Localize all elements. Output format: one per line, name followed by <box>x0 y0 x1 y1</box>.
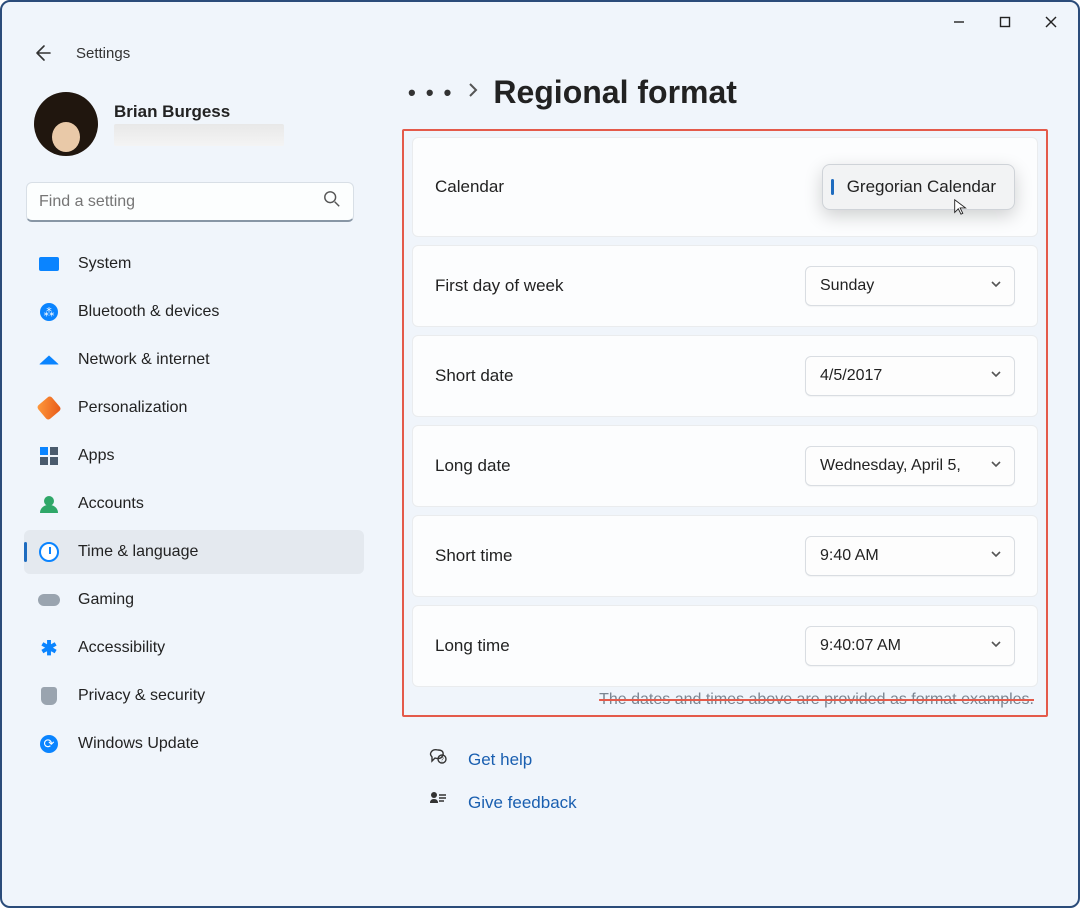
sidebar-item-label: Windows Update <box>78 735 199 753</box>
sidebar-item-label: Accounts <box>78 495 144 513</box>
chevron-down-icon <box>990 457 1002 475</box>
give-feedback-link[interactable]: Give feedback <box>428 790 1048 815</box>
short-date-dropdown[interactable]: 4/5/2017 <box>805 356 1015 396</box>
title-bar <box>2 2 1078 42</box>
dropdown-value: Gregorian Calendar <box>847 177 996 197</box>
chevron-down-icon <box>990 367 1002 385</box>
sidebar-item-system[interactable]: System <box>24 242 364 286</box>
sidebar: Brian Burgess System ⁂ Bluetooth & devic… <box>2 72 382 906</box>
sidebar-item-label: Privacy & security <box>78 687 205 705</box>
get-help-link[interactable]: ? Get help <box>428 747 1048 772</box>
sidebar-item-personalization[interactable]: Personalization <box>24 386 364 430</box>
gamepad-icon <box>38 589 60 611</box>
sidebar-item-label: Gaming <box>78 591 134 609</box>
long-date-dropdown[interactable]: Wednesday, April 5, <box>805 446 1015 486</box>
breadcrumb: • • • Regional format <box>408 74 1048 111</box>
wifi-icon <box>38 349 60 371</box>
dropdown-value: Wednesday, April 5, <box>820 457 961 475</box>
accessibility-icon: ✱ <box>38 637 60 659</box>
sidebar-item-label: System <box>78 255 131 273</box>
main-content: • • • Regional format Calendar Gregorian… <box>382 72 1078 906</box>
sidebar-item-accessibility[interactable]: ✱ Accessibility <box>24 626 364 670</box>
chevron-down-icon <box>990 277 1002 295</box>
row-label: First day of week <box>435 276 564 296</box>
chevron-down-icon <box>990 637 1002 655</box>
sidebar-item-bluetooth[interactable]: ⁂ Bluetooth & devices <box>24 290 364 334</box>
sidebar-item-label: Personalization <box>78 399 187 417</box>
close-button[interactable] <box>1028 6 1074 38</box>
sidebar-item-apps[interactable]: Apps <box>24 434 364 478</box>
format-examples-note: The dates and times above are provided a… <box>412 689 1038 709</box>
sidebar-item-gaming[interactable]: Gaming <box>24 578 364 622</box>
header: Settings <box>2 42 1078 72</box>
nav-list: System ⁂ Bluetooth & devices Network & i… <box>24 242 364 766</box>
sidebar-item-label: Time & language <box>78 543 198 561</box>
dropdown-value: 9:40:07 AM <box>820 637 901 655</box>
long-time-dropdown[interactable]: 9:40:07 AM <box>805 626 1015 666</box>
breadcrumb-ellipsis[interactable]: • • • <box>408 80 453 106</box>
search-box[interactable] <box>26 182 354 222</box>
update-icon: ⟳ <box>38 733 60 755</box>
sidebar-item-label: Accessibility <box>78 639 165 657</box>
profile-block[interactable]: Brian Burgess <box>24 82 364 176</box>
bluetooth-icon: ⁂ <box>38 301 60 323</box>
dropdown-value: 9:40 AM <box>820 547 879 565</box>
row-label: Long time <box>435 636 510 656</box>
brush-icon <box>38 397 60 419</box>
calendar-dropdown[interactable]: Gregorian Calendar <box>822 164 1015 210</box>
app-title: Settings <box>76 45 130 62</box>
help-icon: ? <box>428 747 450 772</box>
search-icon <box>323 190 341 213</box>
settings-window: Settings Brian Burgess System <box>0 0 1080 908</box>
row-short-date: Short date 4/5/2017 <box>412 335 1038 417</box>
maximize-button[interactable] <box>982 6 1028 38</box>
row-short-time: Short time 9:40 AM <box>412 515 1038 597</box>
person-icon <box>38 493 60 515</box>
chevron-right-icon <box>467 83 479 102</box>
sidebar-item-label: Bluetooth & devices <box>78 303 219 321</box>
row-long-time: Long time 9:40:07 AM <box>412 605 1038 687</box>
row-label: Short time <box>435 546 512 566</box>
sidebar-item-network[interactable]: Network & internet <box>24 338 364 382</box>
row-label: Calendar <box>435 177 504 197</box>
dropdown-value: Sunday <box>820 277 874 295</box>
feedback-icon <box>428 790 450 815</box>
clock-globe-icon <box>38 541 60 563</box>
page-title: Regional format <box>493 74 737 111</box>
profile-email-redacted <box>114 124 284 146</box>
sidebar-item-time-language[interactable]: Time & language <box>24 530 364 574</box>
sidebar-item-privacy[interactable]: Privacy & security <box>24 674 364 718</box>
back-button[interactable] <box>30 41 54 65</box>
search-input[interactable] <box>39 193 323 211</box>
system-icon <box>38 253 60 275</box>
short-time-dropdown[interactable]: 9:40 AM <box>805 536 1015 576</box>
profile-name: Brian Burgess <box>114 102 284 122</box>
sidebar-item-windows-update[interactable]: ⟳ Windows Update <box>24 722 364 766</box>
dropdown-value: 4/5/2017 <box>820 367 882 385</box>
sidebar-item-label: Network & internet <box>78 351 210 369</box>
avatar <box>34 92 98 156</box>
row-label: Short date <box>435 366 513 386</box>
row-label: Long date <box>435 456 511 476</box>
chevron-down-icon <box>990 547 1002 565</box>
row-first-day: First day of week Sunday <box>412 245 1038 327</box>
row-long-date: Long date Wednesday, April 5, <box>412 425 1038 507</box>
apps-icon <box>38 445 60 467</box>
sidebar-item-accounts[interactable]: Accounts <box>24 482 364 526</box>
minimize-button[interactable] <box>936 6 982 38</box>
link-label: Give feedback <box>468 793 577 813</box>
sidebar-item-label: Apps <box>78 447 114 465</box>
row-calendar: Calendar Gregorian Calendar <box>412 137 1038 237</box>
link-label: Get help <box>468 750 532 770</box>
shield-icon <box>38 685 60 707</box>
regional-format-panel: Calendar Gregorian Calendar First day of… <box>402 129 1048 717</box>
first-day-dropdown[interactable]: Sunday <box>805 266 1015 306</box>
